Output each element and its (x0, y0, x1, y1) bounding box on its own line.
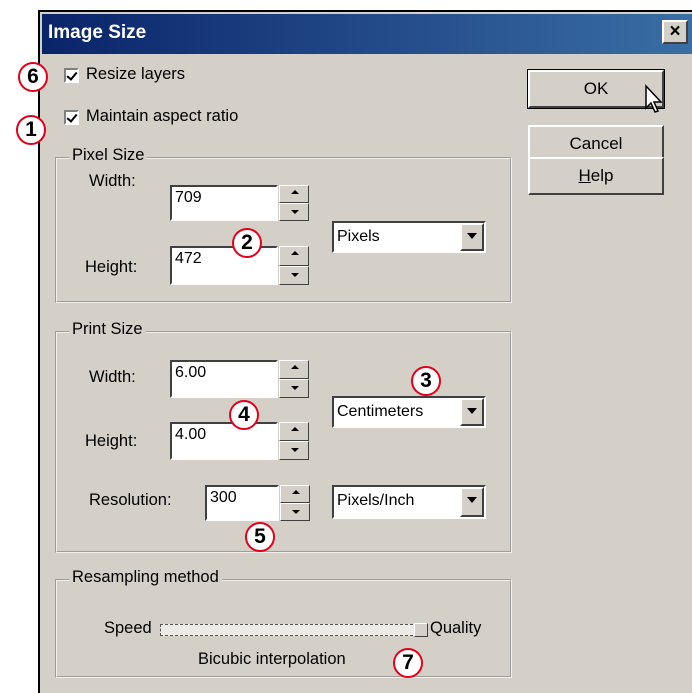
pixel-width-input[interactable]: 709 (170, 185, 278, 221)
help-label: elp (590, 166, 614, 185)
callout-3: 3 (411, 366, 441, 396)
spin-up-button[interactable] (279, 246, 309, 266)
close-button[interactable]: × (662, 20, 688, 44)
spin-down-button[interactable] (279, 265, 309, 285)
slider-thumb[interactable] (414, 623, 428, 637)
maintain-aspect-checkbox[interactable] (64, 110, 79, 125)
pixel-size-legend: Pixel Size (69, 146, 148, 165)
pixel-height-label: Height: (85, 258, 138, 276)
print-height-spinner[interactable] (279, 422, 309, 460)
help-button[interactable]: Help (528, 157, 664, 195)
chevron-down-icon[interactable] (460, 487, 484, 517)
spin-down-button[interactable] (279, 203, 309, 221)
print-height-input[interactable]: 4.00 (170, 422, 278, 460)
print-size-legend: Print Size (69, 320, 146, 339)
spin-down-button[interactable] (279, 379, 309, 398)
resampling-slider[interactable] (160, 624, 428, 636)
spin-up-button[interactable] (279, 360, 309, 379)
resolution-units-value: Pixels/Inch (337, 492, 415, 509)
callout-6: 6 (18, 62, 48, 92)
callout-5: 5 (245, 522, 275, 552)
print-width-spinner[interactable] (279, 360, 309, 398)
speed-label: Speed (104, 619, 152, 637)
callout-7: 7 (393, 648, 423, 678)
print-width-label: Width: (89, 368, 136, 386)
callout-4: 4 (229, 400, 259, 430)
mouse-pointer-icon (645, 84, 663, 113)
resolution-units-select[interactable]: Pixels/Inch (332, 485, 486, 519)
spin-up-button[interactable] (279, 185, 309, 203)
pixel-width-spinner[interactable] (279, 185, 309, 221)
resize-layers-label: Resize layers (86, 65, 186, 83)
pixel-width-label: Width: (89, 172, 136, 190)
resolution-spinner[interactable] (280, 485, 310, 521)
chevron-down-icon[interactable] (460, 223, 484, 251)
pixel-height-spinner[interactable] (279, 246, 309, 285)
resize-layers-checkbox[interactable] (64, 68, 79, 83)
pixel-units-value: Pixels (337, 228, 380, 245)
resampling-method-label: Bicubic interpolation (198, 650, 346, 668)
chevron-down-icon[interactable] (460, 398, 484, 426)
resampling-legend: Resampling method (69, 568, 222, 587)
help-accel: H (578, 166, 591, 185)
spin-up-button[interactable] (279, 422, 309, 441)
dialog-title: Image Size (48, 22, 147, 43)
spin-down-button[interactable] (280, 503, 310, 521)
title-bar[interactable]: Image Size × (42, 14, 692, 54)
maintain-aspect-label: Maintain aspect ratio (86, 107, 239, 125)
pixel-units-select[interactable]: Pixels (332, 221, 486, 253)
print-units-select[interactable]: Centimeters (332, 396, 486, 428)
resolution-input[interactable]: 300 (205, 485, 279, 521)
print-units-value: Centimeters (337, 403, 424, 420)
callout-1: 1 (16, 115, 46, 145)
resolution-label: Resolution: (89, 491, 172, 509)
spin-down-button[interactable] (279, 441, 309, 460)
print-height-label: Height: (85, 432, 138, 450)
callout-2: 2 (232, 228, 262, 258)
spin-up-button[interactable] (280, 485, 310, 503)
print-width-input[interactable]: 6.00 (170, 360, 278, 398)
quality-label: Quality (430, 619, 482, 637)
pixel-height-input[interactable]: 472 (170, 246, 278, 285)
